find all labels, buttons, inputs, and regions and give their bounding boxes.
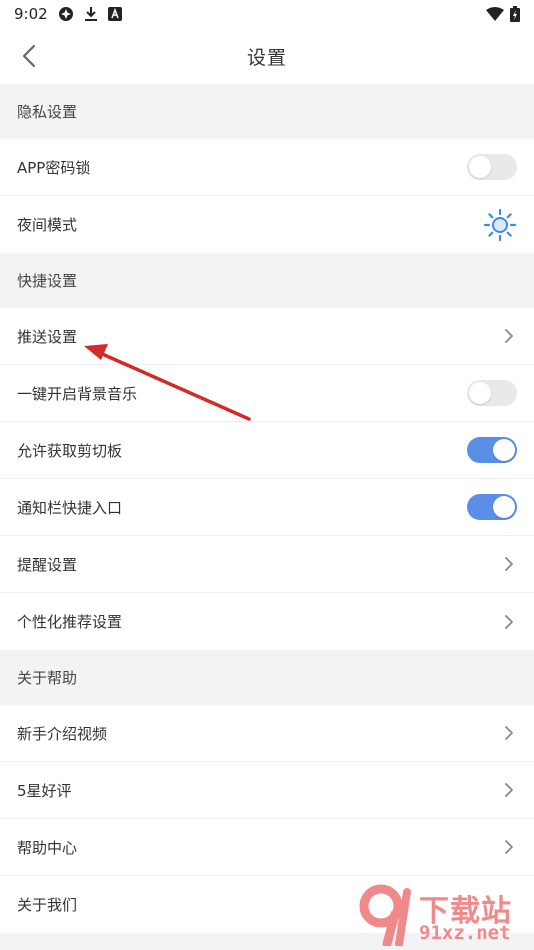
row-label: 提醒设置 [17,555,78,574]
chevron-right-icon [501,613,517,631]
toggle-knob [469,382,491,404]
toggle-knob [493,496,515,518]
row-personalized-recommendation[interactable]: 个性化推荐设置 [0,593,534,650]
sun-icon[interactable] [483,208,517,242]
watermark-91-icon [359,884,411,946]
chevron-right-icon [501,724,517,742]
settings-screen: 9:02 设置 隐私设置 APP密码锁 夜间模式 快捷设置 推送设置 一键开启背… [0,0,534,950]
row-label: 帮助中心 [17,838,78,857]
background-music-toggle[interactable] [467,380,517,406]
page-title: 设置 [246,46,287,69]
row-five-star-review[interactable]: 5星好评 [0,762,534,819]
watermark-logo: 下载站 91xz.net [357,884,532,948]
chevron-right-icon [501,781,517,799]
status-bar: 9:02 [0,0,534,28]
row-label: 通知栏快捷入口 [17,498,123,517]
chevron-right-icon [501,838,517,856]
row-label: 5星好评 [17,781,72,800]
a-notification-icon [107,7,122,21]
status-time: 9:02 [14,5,48,23]
app-notification-icon [58,6,74,22]
app-header: 设置 [0,28,534,84]
section-header-about-help: 关于帮助 [0,650,534,705]
battery-icon [510,6,520,22]
clipboard-access-toggle[interactable] [467,437,517,463]
wifi-icon [486,7,504,21]
chevron-right-icon [501,555,517,573]
row-notification-shortcut[interactable]: 通知栏快捷入口 [0,479,534,536]
download-icon [84,6,98,22]
toggle-knob [469,156,491,178]
row-background-music[interactable]: 一键开启背景音乐 [0,365,534,422]
chevron-right-icon [501,327,517,345]
row-reminder-settings[interactable]: 提醒设置 [0,536,534,593]
toggle-knob [493,439,515,461]
row-label: 一键开启背景音乐 [17,384,138,403]
row-app-password-lock[interactable]: APP密码锁 [0,139,534,196]
section-header-shortcuts: 快捷设置 [0,253,534,308]
watermark-bottom-text: 91xz.net [419,922,511,944]
section-header-privacy: 隐私设置 [0,84,534,139]
app-password-lock-toggle[interactable] [467,154,517,180]
chevron-left-icon [22,44,36,68]
row-label: APP密码锁 [17,158,91,177]
row-label: 夜间模式 [17,216,78,234]
row-label: 允许获取剪切板 [17,441,123,460]
row-push-settings[interactable]: 推送设置 [0,308,534,365]
row-help-center[interactable]: 帮助中心 [0,819,534,876]
back-button[interactable] [14,40,44,72]
row-intro-video[interactable]: 新手介绍视频 [0,705,534,762]
row-label: 新手介绍视频 [17,724,108,743]
row-clipboard-access[interactable]: 允许获取剪切板 [0,422,534,479]
row-night-mode[interactable]: 夜间模式 [0,196,534,253]
row-label: 推送设置 [17,327,78,346]
notification-shortcut-toggle[interactable] [467,494,517,520]
row-label: 个性化推荐设置 [17,613,123,631]
